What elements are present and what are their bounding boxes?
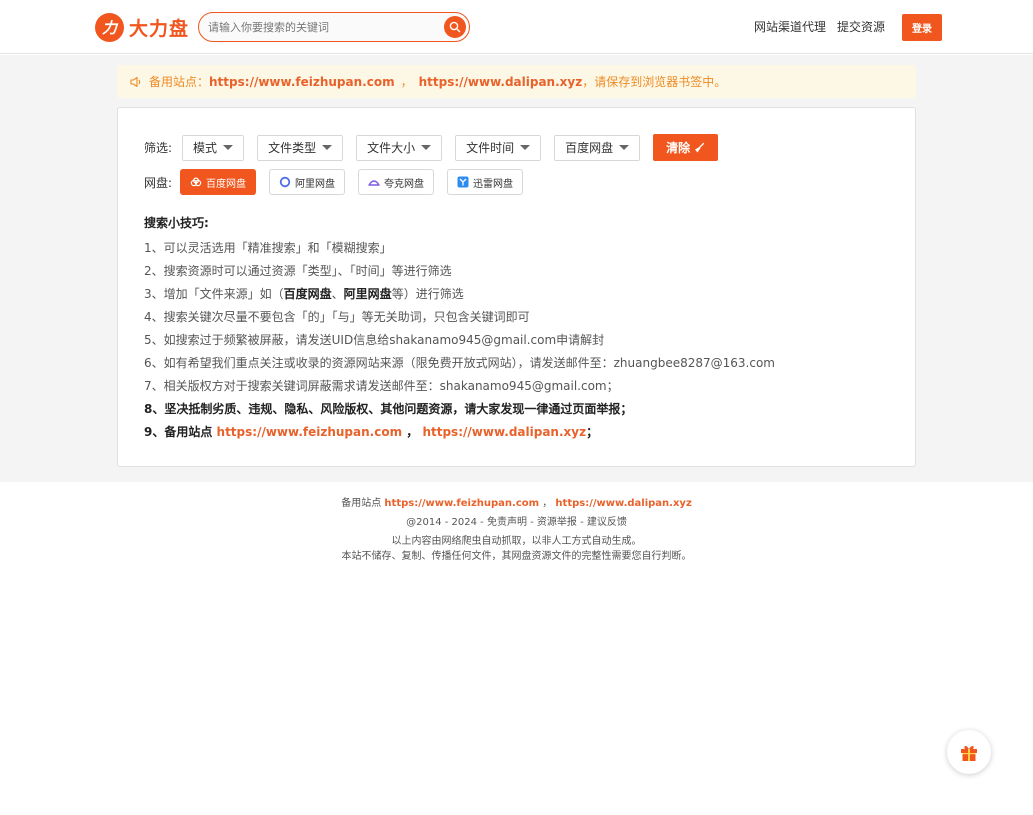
pan-label-text: 夸克网盘 xyxy=(384,178,425,190)
search-input[interactable] xyxy=(208,18,440,36)
thunder-icon xyxy=(457,176,469,188)
tip-item: 7、相关版权方对于搜索关键词屏蔽需求请发送邮件至：shakanamo945@gm… xyxy=(144,379,619,393)
tip-item: 1、可以灵活选用「精准搜索」和「模糊搜索」 xyxy=(144,241,392,255)
notice-url-1[interactable]: https://www.feizhupan.com xyxy=(209,75,395,89)
header-nav: 网站渠道代理 提交资源 xyxy=(754,18,885,35)
dropdown-label: 文件类型 xyxy=(268,141,317,155)
tip-text: 9、备用站点 xyxy=(144,425,217,439)
search-box xyxy=(198,12,470,42)
tip-bold-baidu: 百度网盘 xyxy=(283,287,332,301)
logo[interactable]: 力 大力盘 xyxy=(95,12,189,42)
footer-crawl-note: 以上内容由网络爬虫自动抓取，以非人工方式自动生成。 xyxy=(391,536,642,547)
footer-sep: ， xyxy=(539,498,556,509)
pan-quark[interactable]: 夸克网盘 xyxy=(358,169,435,195)
footer-copyright: @2014 - 2024 xyxy=(406,517,477,528)
tip-bold-aliyun: 阿里网盘 xyxy=(343,287,392,301)
tip-item: 3、增加「文件来源」如（百度网盘、阿里网盘等）进行筛选 xyxy=(144,283,884,306)
pan-label-text: 阿里网盘 xyxy=(295,178,336,190)
filter-mode-dropdown[interactable]: 模式 xyxy=(182,134,245,161)
clear-label: 清除 xyxy=(666,141,691,155)
logo-icon: 力 xyxy=(95,12,124,42)
tip-item: 2、搜索资源时可以通过资源「类型」、「时间」等进行筛选 xyxy=(144,264,452,278)
footer-link-report[interactable]: 资源举报 xyxy=(537,517,577,528)
filter-size-dropdown[interactable]: 文件大小 xyxy=(356,134,443,161)
dropdown-label: 百度网盘 xyxy=(565,141,614,155)
dropdown-label: 文件大小 xyxy=(367,141,416,155)
notice-suffix: ，请保存到浏览器书签中。 xyxy=(582,75,727,89)
broom-icon xyxy=(695,142,705,152)
footer-links-line: @2014 - 2024 - 免责声明 - 资源举报 - 建议反馈 xyxy=(0,513,1033,532)
notice-prefix: 备用站点： xyxy=(149,75,210,89)
ring-icon xyxy=(279,176,291,188)
tip-text: 3、增加「文件来源」如（ xyxy=(144,287,284,301)
footer-dash: - xyxy=(476,517,487,528)
search-panel: 筛选: 模式 文件类型 文件大小 文件时间 百度网盘 清除 网盘: 百度网盘 阿… xyxy=(117,107,916,467)
caret-down-icon xyxy=(322,145,333,150)
header: 力 大力盘 网站渠道代理 提交资源 登录 xyxy=(0,0,1033,54)
caret-down-icon xyxy=(223,145,234,150)
gift-icon xyxy=(961,745,977,761)
tip-sep: ， xyxy=(402,425,423,439)
notice-sep: ， xyxy=(400,75,413,89)
notice-url-2[interactable]: https://www.dalipan.xyz xyxy=(419,75,583,89)
pan-baidu[interactable]: 百度网盘 xyxy=(180,169,257,195)
footer-dash: - xyxy=(576,517,587,528)
tip-item: 8、坚决抵制劣质、违规、隐私、风险版权、其他问题资源，请大家发现一律通过页面举报… xyxy=(144,402,633,416)
footer-backup-line: 备用站点 https://www.feizhupan.com ， https:/… xyxy=(0,494,1033,513)
notice-bar: 备用站点： https://www.feizhupan.com ， https:… xyxy=(117,65,916,98)
caret-down-icon xyxy=(520,145,531,150)
tip-url-2[interactable]: https://www.dalipan.xyz xyxy=(422,425,586,439)
nav-link-agent[interactable]: 网站渠道代理 xyxy=(754,18,826,35)
footer-storage-note: 本站不储存、复制、传播任何文件，其网盘资源文件的完整性需要您自行判断。 xyxy=(341,551,692,562)
tip-url-1[interactable]: https://www.feizhupan.com xyxy=(217,425,403,439)
search-icon xyxy=(449,21,461,33)
speaker-icon xyxy=(130,76,141,87)
dropdown-label: 文件时间 xyxy=(466,141,515,155)
pan-aliyun[interactable]: 阿里网盘 xyxy=(269,169,346,195)
caret-down-icon xyxy=(421,145,432,150)
pan-xunlei[interactable]: 迅雷网盘 xyxy=(447,169,524,195)
quark-icon xyxy=(368,180,380,186)
tip-item: 6、如有希望我们重点关注或收录的资源网站来源（限免费开放式网站），请发送邮件至：… xyxy=(144,356,775,370)
clear-button[interactable]: 清除 xyxy=(653,134,719,161)
search-tips: 搜索小技巧: 1、可以灵活选用「精准搜索」和「模糊搜索」 2、搜索资源时可以通过… xyxy=(144,214,884,444)
footer-backup-prefix: 备用站点 xyxy=(341,498,385,509)
filter-row: 筛选: 模式 文件类型 文件大小 文件时间 百度网盘 清除 xyxy=(144,134,719,161)
filter-source-dropdown[interactable]: 百度网盘 xyxy=(554,134,641,161)
pan-label-text: 百度网盘 xyxy=(206,178,247,190)
tip-text: 等）进行筛选 xyxy=(391,287,464,301)
login-button[interactable]: 登录 xyxy=(902,14,942,41)
footer: 备用站点 https://www.feizhupan.com ， https:/… xyxy=(0,494,1033,563)
tip-text: 、 xyxy=(331,287,344,301)
gift-button[interactable] xyxy=(947,730,991,774)
pan-row: 网盘: 百度网盘 阿里网盘 夸克网盘 迅雷网盘 xyxy=(144,169,536,195)
footer-link-disclaimer[interactable]: 免责声明 xyxy=(487,517,527,528)
tip-end: ； xyxy=(586,425,599,439)
tip-item: 5、如搜索过于频繁被屏蔽，请发送UID信息给shakanamo945@gmail… xyxy=(144,333,605,347)
main-area: 备用站点： https://www.feizhupan.com ， https:… xyxy=(0,55,1033,482)
tip-item: 4、搜索关键次尽量不要包含「的」「与」等无关助词，只包含关键词即可 xyxy=(144,310,530,324)
footer-url-2[interactable]: https://www.dalipan.xyz xyxy=(555,498,691,509)
nav-link-submit[interactable]: 提交资源 xyxy=(837,18,885,35)
filter-label: 筛选: xyxy=(144,141,173,155)
pan-label-text: 迅雷网盘 xyxy=(473,178,514,190)
tips-title: 搜索小技巧: xyxy=(144,216,209,230)
search-button[interactable] xyxy=(444,16,466,38)
logo-text: 大力盘 xyxy=(129,17,190,40)
tip-item: 9、备用站点 https://www.feizhupan.com ， https… xyxy=(144,421,884,444)
pan-label: 网盘: xyxy=(144,175,173,190)
caret-down-icon xyxy=(619,145,630,150)
footer-link-feedback[interactable]: 建议反馈 xyxy=(587,517,627,528)
cloud-icon xyxy=(190,177,202,187)
footer-url-1[interactable]: https://www.feizhupan.com xyxy=(384,498,539,509)
footer-dash: - xyxy=(526,517,537,528)
filter-type-dropdown[interactable]: 文件类型 xyxy=(257,134,344,161)
dropdown-label: 模式 xyxy=(193,141,218,155)
filter-time-dropdown[interactable]: 文件时间 xyxy=(455,134,542,161)
